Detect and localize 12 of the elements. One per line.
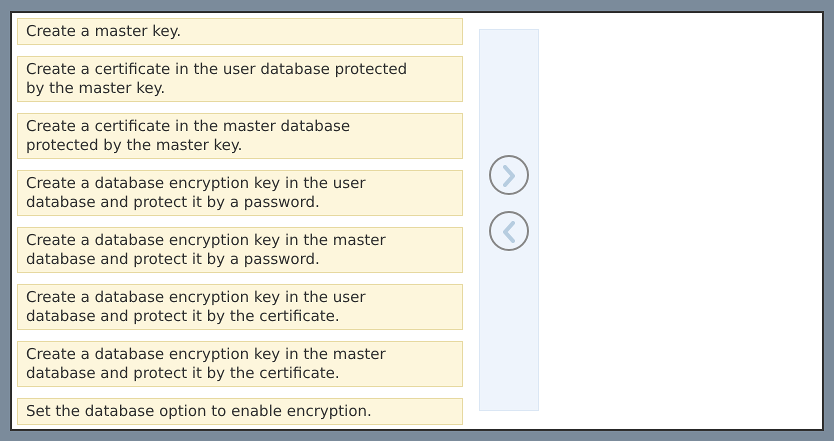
answer-item[interactable]: Set the database option to enable encryption. — [17, 398, 463, 425]
move-left-button[interactable] — [489, 211, 529, 251]
answer-item[interactable]: Create a certificate in the master database protected by the master key. — [17, 113, 463, 159]
answer-item[interactable]: Create a database encryption key in the user database and protect it by the certificate. — [17, 284, 463, 330]
answer-item[interactable]: Create a database encryption key in the master database and protect it by the certificate. — [17, 341, 463, 387]
answer-item[interactable]: Create a certificate in the user database protected by the master key. — [17, 56, 463, 102]
answer-item[interactable]: Create a database encryption key in the user database and protect it by a password. — [17, 170, 463, 216]
answer-item[interactable]: Create a master key. — [17, 18, 463, 45]
chevron-right-icon — [503, 164, 515, 187]
chevron-left-icon — [503, 220, 515, 243]
move-right-button[interactable] — [489, 155, 529, 195]
answer-item[interactable]: Create a database encryption key in the master database and protect it by a password. — [17, 227, 463, 273]
